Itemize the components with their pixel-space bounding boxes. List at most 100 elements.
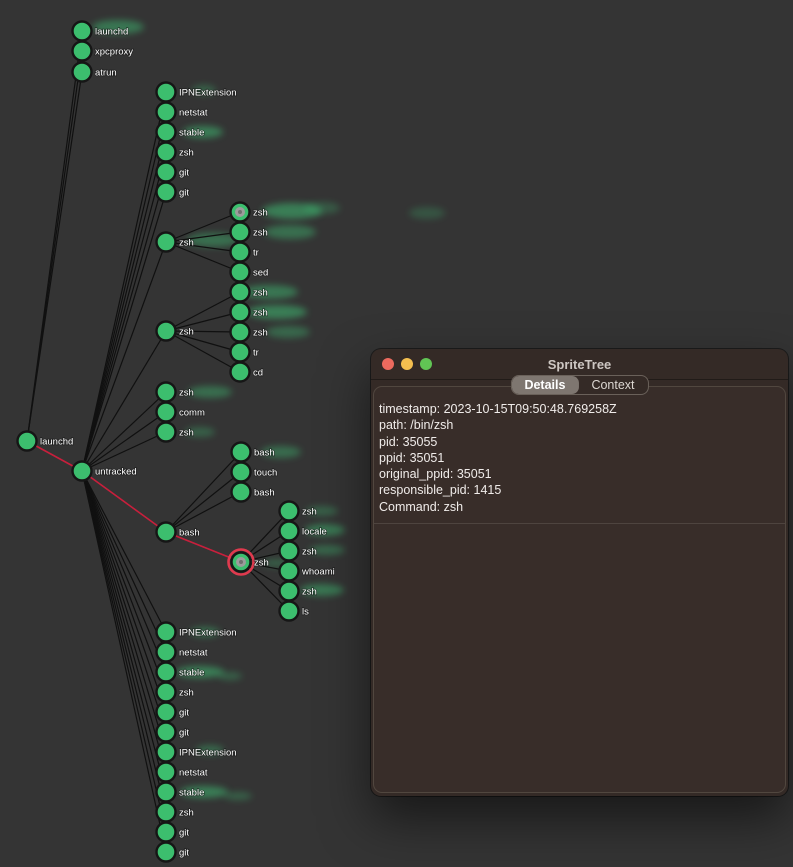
node-label: git — [179, 828, 189, 839]
tree-edge — [166, 331, 240, 332]
tree-node-netstat[interactable]: netstat — [157, 763, 208, 782]
tree-node-comm[interactable]: comm — [157, 403, 205, 422]
node-circle — [231, 283, 250, 302]
tree-node-zsh[interactable]: zsh — [280, 582, 317, 601]
node-label: zsh — [253, 308, 268, 319]
details-text: timestamp: 2023-10-15T09:50:48.769258Zpa… — [374, 387, 785, 515]
tree-node-git[interactable]: git — [157, 843, 190, 862]
tree-node-tr[interactable]: tr — [231, 343, 259, 362]
tab-context[interactable]: Context — [578, 376, 647, 394]
tree-node-launchd[interactable]: launchd — [18, 432, 74, 451]
node-label: IPNExtension — [179, 88, 237, 99]
tree-node-zsh[interactable]: zsh — [157, 143, 194, 162]
tree-node-stable[interactable]: stable — [157, 123, 205, 142]
node-label: touch — [254, 468, 277, 479]
node-circle — [18, 432, 37, 451]
tree-node-zsh[interactable]: zsh — [231, 303, 268, 322]
tree-node-untracked[interactable]: untracked — [73, 462, 137, 481]
tree-node-bash[interactable]: bash — [232, 443, 275, 462]
tree-node-zsh[interactable]: zsh — [231, 203, 268, 222]
tree-edge — [82, 471, 166, 772]
tree-node-xpcproxy[interactable]: xpcproxy — [73, 42, 134, 61]
zoom-button[interactable] — [420, 358, 432, 370]
tree-node-sed[interactable]: sed — [231, 263, 269, 282]
node-circle — [73, 42, 92, 61]
node-circle — [231, 303, 250, 322]
detail-line: path: /bin/zsh — [379, 417, 779, 433]
tree-node-zsh[interactable]: zsh — [157, 803, 194, 822]
tree-node-touch[interactable]: touch — [232, 463, 278, 482]
close-button[interactable] — [382, 358, 394, 370]
node-label: zsh — [179, 688, 194, 699]
ghost-trail — [266, 326, 310, 338]
node-label: git — [179, 168, 189, 179]
ghost-trail — [409, 207, 445, 219]
node-circle — [73, 22, 92, 41]
detail-line: responsible_pid: 1415 — [379, 482, 779, 498]
node-circle — [157, 803, 176, 822]
content-divider — [374, 523, 785, 524]
tree-edge — [166, 452, 241, 532]
tree-node-zsh[interactable]: zsh — [157, 683, 194, 702]
minimize-button[interactable] — [401, 358, 413, 370]
node-circle — [157, 233, 176, 252]
tree-node-netstat[interactable]: netstat — [157, 103, 208, 122]
tree-node-ipnextension[interactable]: IPNExtension — [157, 743, 237, 762]
node-label: zsh — [179, 238, 194, 249]
node-label: zsh — [302, 507, 317, 518]
tree-node-zsh[interactable]: zsh — [280, 542, 317, 561]
tree-node-zsh[interactable]: zsh — [231, 223, 268, 242]
node-circle — [157, 683, 176, 702]
node-circle — [157, 143, 176, 162]
node-label: untracked — [95, 467, 137, 478]
tree-node-zsh[interactable]: zsh — [280, 502, 317, 521]
node-label: atrun — [95, 68, 117, 79]
node-label: zsh — [253, 288, 268, 299]
tree-node-tr[interactable]: tr — [231, 243, 259, 262]
tab-details[interactable]: Details — [511, 376, 578, 394]
tree-node-git[interactable]: git — [157, 703, 190, 722]
node-label: zsh — [179, 808, 194, 819]
tree-node-git[interactable]: git — [157, 723, 190, 742]
tree-node-ipnextension[interactable]: IPNExtension — [157, 83, 237, 102]
tree-node-git[interactable]: git — [157, 183, 190, 202]
tree-node-zsh[interactable]: zsh — [231, 323, 268, 342]
node-label: bash — [254, 448, 275, 459]
detail-line: pid: 35055 — [379, 434, 779, 450]
tree-edge — [27, 72, 82, 441]
node-label: sed — [253, 268, 268, 279]
tree-node-whoami[interactable]: whoami — [280, 562, 335, 581]
node-circle — [73, 462, 92, 481]
tree-node-netstat[interactable]: netstat — [157, 643, 208, 662]
tree-edge — [166, 292, 240, 331]
node-label: launchd — [40, 437, 73, 448]
tree-edge — [82, 92, 166, 471]
node-circle — [157, 423, 176, 442]
detail-line: Command: zsh — [379, 499, 779, 515]
tree-node-git[interactable]: git — [157, 823, 190, 842]
node-circle — [157, 823, 176, 842]
tree-edge — [82, 471, 166, 752]
tree-node-ls[interactable]: ls — [280, 602, 310, 621]
node-circle — [157, 163, 176, 182]
node-circle — [157, 83, 176, 102]
tree-node-cd[interactable]: cd — [231, 363, 264, 382]
tree-node-zsh[interactable]: zsh — [157, 233, 194, 252]
tree-node-bash[interactable]: bash — [232, 483, 275, 502]
tree-node-zsh[interactable]: zsh — [229, 550, 269, 575]
spritetree-window: SpriteTree timestamp: 2023-10-15T09:50:4… — [371, 349, 788, 796]
node-circle — [231, 323, 250, 342]
tree-node-ipnextension[interactable]: IPNExtension — [157, 623, 237, 642]
node-circle — [157, 183, 176, 202]
tree-node-zsh[interactable]: zsh — [157, 423, 194, 442]
tree-node-atrun[interactable]: atrun — [73, 63, 117, 82]
node-circle — [231, 243, 250, 262]
node-label: netstat — [179, 648, 208, 659]
node-label: locale — [302, 527, 327, 538]
tree-node-stable[interactable]: stable — [157, 783, 205, 802]
node-label: bash — [179, 528, 200, 539]
tree-edge — [82, 331, 166, 471]
tree-node-git[interactable]: git — [157, 163, 190, 182]
tree-node-stable[interactable]: stable — [157, 663, 205, 682]
tree-node-zsh[interactable]: zsh — [157, 383, 194, 402]
